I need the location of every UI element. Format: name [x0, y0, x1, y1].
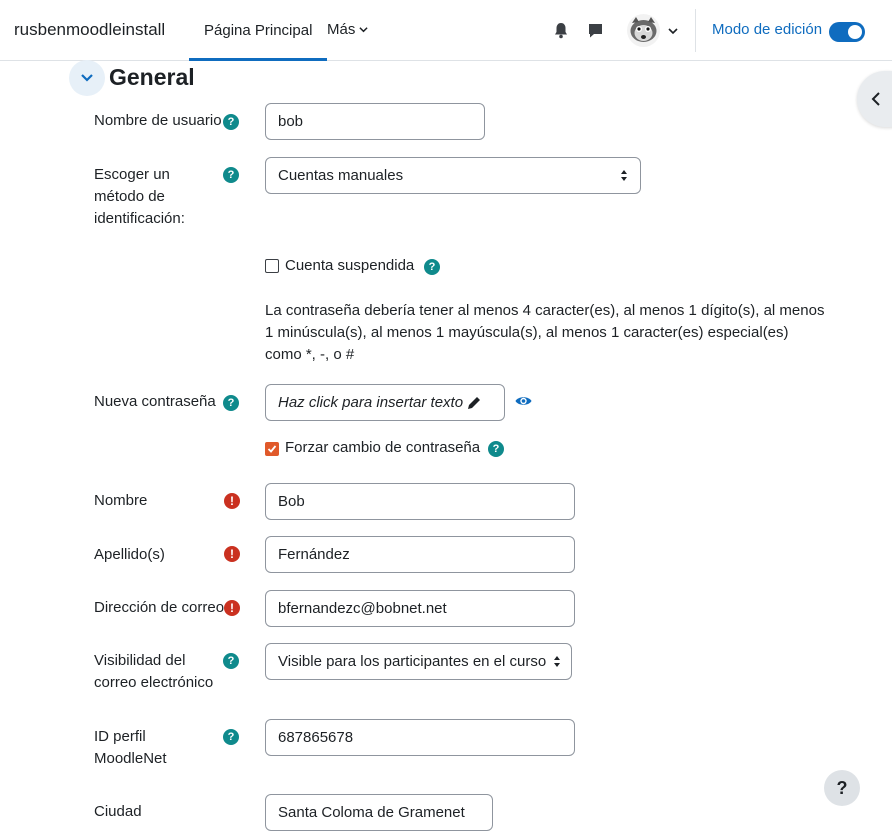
site-brand[interactable]: rusbenmoodleinstall	[14, 20, 165, 40]
select-caret-icon	[621, 170, 627, 181]
lastname-label: Apellido(s)	[94, 546, 165, 563]
select-caret-icon	[554, 656, 560, 667]
toggle-knob	[848, 25, 862, 39]
pencil-icon	[468, 397, 480, 409]
section-title: General	[109, 64, 195, 90]
city-label: Ciudad	[94, 803, 142, 820]
user-avatar[interactable]	[627, 14, 660, 47]
firstname-input[interactable]: Bob	[265, 483, 575, 520]
force-password-change-label[interactable]: Forzar cambio de contraseña	[285, 438, 480, 458]
lastname-input[interactable]: Fernández	[265, 536, 575, 573]
email-visibility-label-line2: correo electrónico	[94, 674, 214, 691]
user-menu-chevron-down-icon[interactable]	[668, 26, 678, 36]
active-tab-indicator	[189, 58, 328, 61]
nav-more-menu[interactable]: Más	[327, 21, 368, 38]
question-circle-icon[interactable]: ?	[223, 395, 239, 411]
exclamation-circle-icon: !	[224, 493, 240, 509]
suspended-checkbox[interactable]	[265, 259, 279, 273]
chevron-down-icon	[81, 74, 93, 82]
question-circle-icon[interactable]: ?	[223, 114, 239, 130]
new-password-inline-edit[interactable]: Haz click para insertar texto	[265, 384, 505, 421]
new-password-placeholder: Haz click para insertar texto	[278, 394, 464, 411]
force-password-change-checkbox[interactable]	[265, 442, 279, 456]
check-icon	[267, 445, 277, 453]
open-block-drawer-button[interactable]	[857, 71, 892, 127]
messages-icon[interactable]	[587, 22, 604, 39]
chevron-down-icon	[359, 27, 368, 33]
help-fab-button[interactable]: ?	[824, 770, 860, 806]
email-input[interactable]: bfernandezc@bobnet.net	[265, 590, 575, 627]
city-input[interactable]: Santa Coloma de Gramenet	[265, 794, 493, 831]
edit-mode-toggle[interactable]	[829, 22, 865, 42]
chevron-left-icon	[871, 92, 880, 106]
password-policy-line2: 1 minúscula(s), al menos 1 mayúscula(s),…	[265, 324, 789, 341]
nav-home-label: Página Principal	[204, 22, 313, 39]
avatar-image	[627, 14, 660, 47]
question-circle-icon[interactable]: ?	[488, 441, 504, 457]
auth-method-label-line3: identificación:	[94, 210, 185, 227]
moodlenet-input[interactable]: 687865678	[265, 719, 575, 756]
auth-method-label-line1: Escoger un	[94, 166, 170, 183]
moodlenet-label: ID perfil MoodleNet	[94, 726, 167, 770]
email-visibility-label-line1: Visibilidad del	[94, 652, 186, 669]
exclamation-circle-icon: !	[224, 600, 240, 616]
nav-home-link[interactable]: Página Principal	[189, 0, 328, 61]
suspended-label[interactable]: Cuenta suspendida	[285, 256, 414, 276]
email-label: Dirección de correo	[94, 599, 225, 616]
password-policy-line3: como *, -, o #	[265, 346, 355, 363]
question-circle-icon[interactable]: ?	[424, 259, 440, 275]
auth-method-label: Escoger un método de identificación:	[94, 164, 185, 230]
email-visibility-select[interactable]: Visible para los participantes en el cur…	[265, 643, 572, 680]
notifications-bell-icon[interactable]	[553, 22, 569, 39]
nav-more-label: Más	[327, 21, 356, 38]
question-circle-icon[interactable]: ?	[223, 167, 239, 183]
moodlenet-label-line2: MoodleNet	[94, 750, 167, 767]
firstname-label: Nombre	[94, 492, 148, 509]
auth-method-selected-value: Cuentas manuales	[278, 167, 404, 184]
password-policy-line1: La contraseña debería tener al menos 4 c…	[265, 302, 825, 319]
question-circle-icon[interactable]: ?	[223, 653, 239, 669]
email-visibility-selected-value: Visible para los participantes en el cur…	[278, 653, 547, 670]
username-label: Nombre de usuario	[94, 112, 222, 129]
reveal-password-eye-icon[interactable]	[515, 394, 532, 408]
username-input[interactable]: bob	[265, 103, 485, 140]
new-password-label: Nueva contraseña	[94, 393, 216, 410]
auth-method-select[interactable]: Cuentas manuales	[265, 157, 641, 194]
auth-method-label-line2: método de	[94, 188, 165, 205]
question-circle-icon[interactable]: ?	[223, 729, 239, 745]
email-visibility-label: Visibilidad del correo electrónico	[94, 650, 213, 694]
top-navbar: rusbenmoodleinstall Página Principal Más…	[0, 0, 892, 61]
exclamation-circle-icon: !	[224, 546, 240, 562]
moodlenet-label-line1: ID perfil	[94, 728, 146, 745]
nav-divider	[695, 9, 696, 52]
section-collapse-button[interactable]	[69, 60, 105, 96]
edit-mode-label[interactable]: Modo de edición	[712, 21, 822, 38]
password-policy-note: La contraseña debería tener al menos 4 c…	[265, 300, 825, 366]
